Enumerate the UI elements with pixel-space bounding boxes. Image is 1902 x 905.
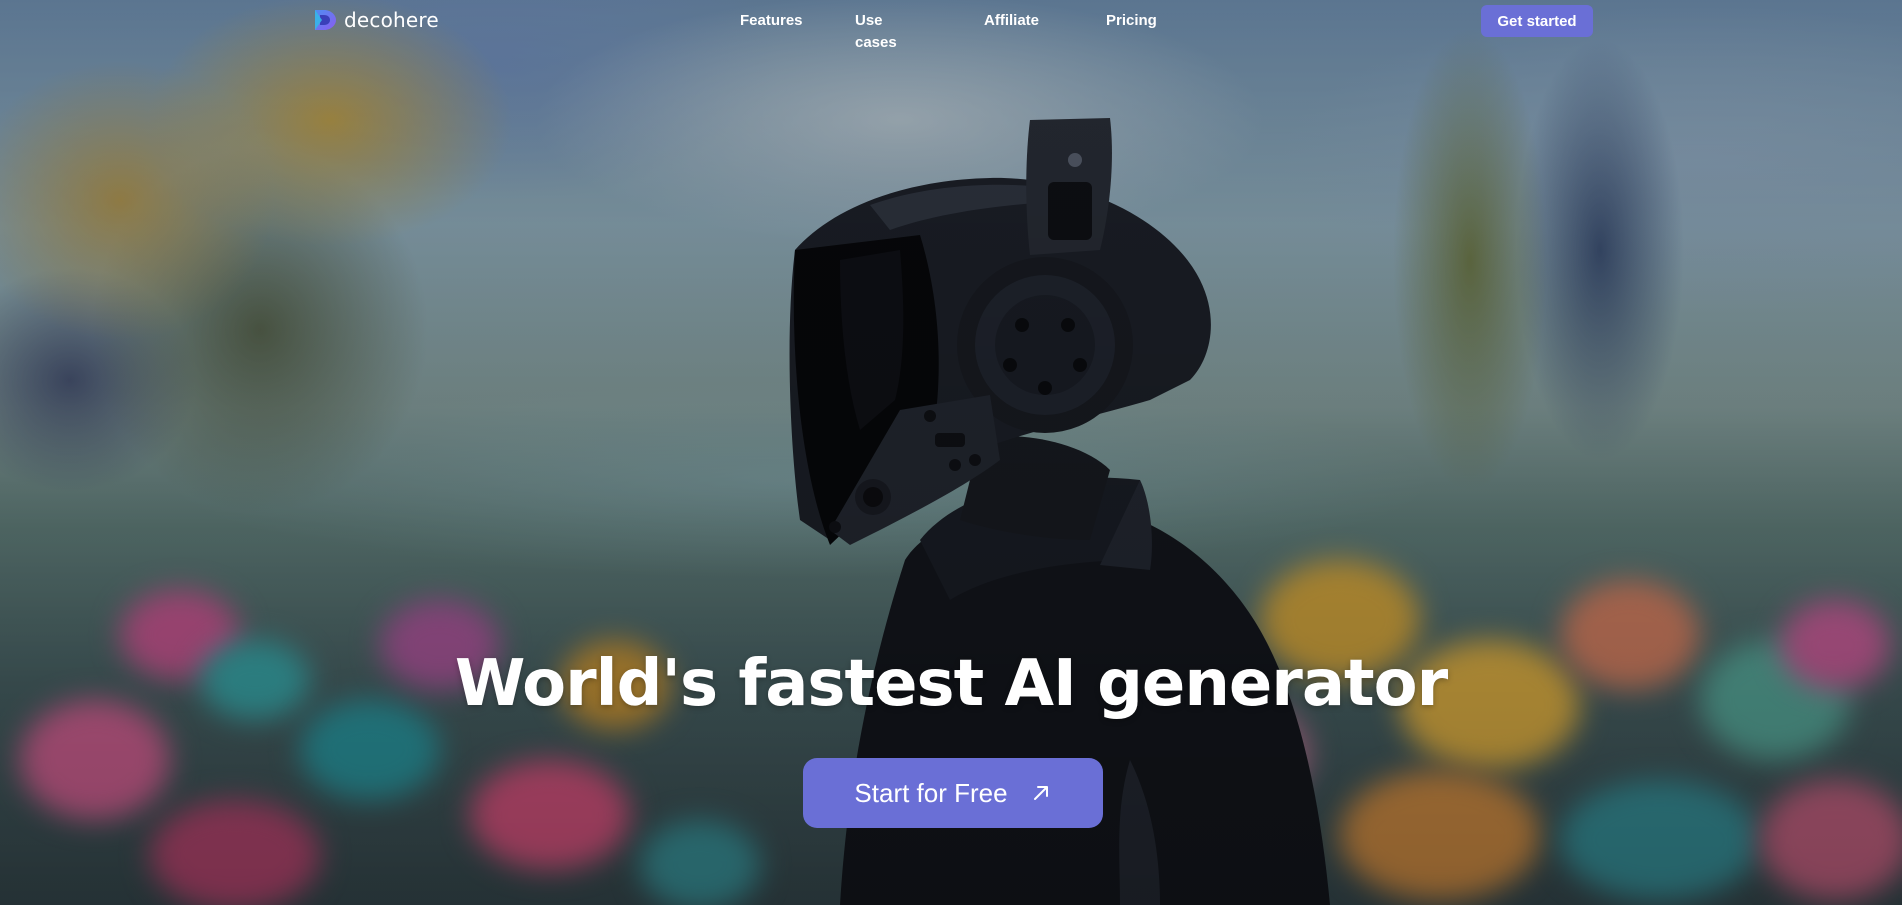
brand-logo[interactable]: decohere [312, 6, 439, 34]
start-for-free-button[interactable]: Start for Free [803, 758, 1103, 828]
nav-link-use-cases[interactable]: Use cases [855, 10, 897, 51]
arrow-up-right-icon [1033, 786, 1048, 800]
nav-link-pricing[interactable]: Pricing [1106, 10, 1157, 32]
start-for-free-label: Start for Free [854, 777, 1008, 808]
top-navigation: decohere Features Use cases Affiliate Pr… [0, 0, 1902, 51]
get-started-button[interactable]: Get started [1481, 5, 1593, 37]
nav-link-features[interactable]: Features [740, 10, 803, 32]
decohere-logo-icon [315, 10, 336, 30]
brand-name: decohere [344, 8, 439, 32]
nav-link-affiliate[interactable]: Affiliate [984, 10, 1039, 32]
hero-title: World's fastest AI generator [454, 647, 1448, 721]
